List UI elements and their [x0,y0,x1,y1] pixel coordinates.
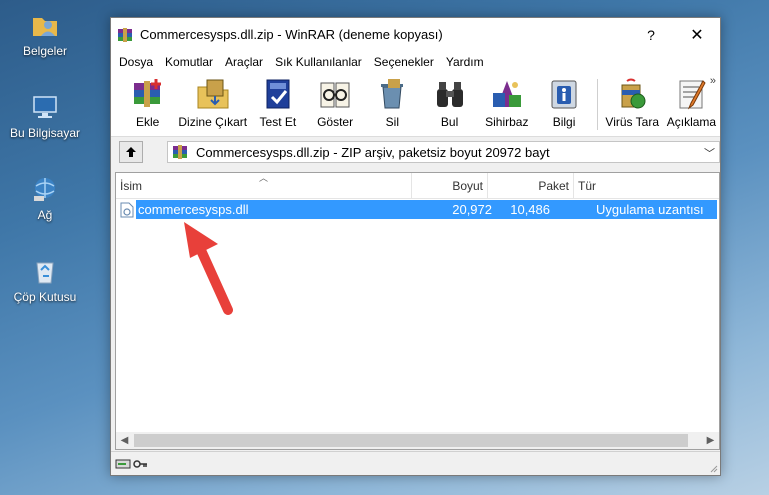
scroll-left-icon[interactable]: ◀ [116,435,133,446]
file-size-cell: 20,972 [452,202,492,217]
find-button[interactable]: Bul [421,73,478,136]
horizontal-scrollbar[interactable]: ◀ ▶ [116,432,719,449]
table-row[interactable]: commercesysps.dll 20,972 10,486 Uygulama… [116,200,719,219]
wizard-button[interactable]: Sihirbaz [478,73,535,136]
scrollbar-thumb[interactable] [134,434,688,447]
toolbar-separator [596,79,598,130]
comment-label: Açıklama [666,115,717,129]
wizard-label: Sihirbaz [485,115,529,129]
menu-file[interactable]: Dosya [113,55,159,69]
file-packed-cell: 10,486 [510,202,550,217]
network-icon [34,178,55,201]
virus-scan-icon [621,78,646,109]
file-name-cell: commercesysps.dll [138,202,249,217]
view-label: Göster [317,115,354,129]
desktop-icon-label: Ağ [37,208,53,222]
desktop-icon-this-pc[interactable]: Bu Bilgisayar [6,92,84,140]
info-button[interactable]: Bilgi [535,73,592,136]
menu-help[interactable]: Yardım [440,55,490,69]
help-button[interactable]: ? [628,18,674,51]
status-bar [111,451,720,475]
delete-label: Sil [385,115,399,129]
wizard-icon [492,81,521,107]
add-label: Ekle [135,115,160,129]
menu-tools[interactable]: Araçlar [219,55,269,69]
find-icon [436,82,463,107]
list-header: ︿ İsim Boyut Paket Tür [116,173,719,199]
recycle-bin-icon [36,262,54,284]
address-combobox[interactable]: Commercesysps.dll.zip - ZIP arşiv, paket… [167,141,720,163]
column-header-size[interactable]: Boyut [412,173,488,199]
scroll-right-icon[interactable]: ▶ [702,435,719,446]
resize-grip-icon[interactable] [708,463,718,473]
column-header-type[interactable]: Tür [574,173,719,199]
menu-bar: Dosya Komutlar Araçlar Sık Kullanılanlar… [111,51,720,73]
info-icon [551,80,577,109]
column-header-packed[interactable]: Paket [488,173,574,199]
virus-scan-label: Virüs Tara [605,115,660,129]
delete-button[interactable]: Sil [364,73,421,136]
up-arrow-icon [126,147,136,157]
annotation-arrow-icon [184,222,233,315]
scrollbar-track[interactable] [133,434,702,447]
toolbar-overflow-button[interactable]: » [710,75,716,87]
sort-ascending-icon: ︿ [259,173,269,183]
title-bar[interactable]: Commercesysps.dll.zip - WinRAR (deneme k… [111,18,720,51]
comment-icon [679,80,707,110]
chevron-down-icon[interactable]: ﹀ [704,145,715,161]
file-type-cell: Uygulama uzantısı [596,202,704,217]
computer-icon [33,96,57,118]
winrar-app-icon [118,27,132,42]
up-one-level-button[interactable] [119,141,143,163]
dll-file-icon [120,202,134,217]
add-button[interactable]: Ekle [119,73,176,136]
desktop-icon-label: Çöp Kutusu [13,290,77,304]
desktop-icon-documents[interactable]: Belgeler [6,10,84,58]
view-icon [320,82,350,108]
test-icon [266,79,290,109]
menu-commands[interactable]: Komutlar [159,55,219,69]
menu-options[interactable]: Seçenekler [368,55,440,69]
address-bar: Commercesysps.dll.zip - ZIP arşiv, paket… [111,137,720,167]
view-button[interactable]: Göster [306,73,363,136]
close-button[interactable]: ✕ [674,18,720,51]
extract-to-label: Dizine Çıkart [178,115,248,129]
desktop-icon-label: Bu Bilgisayar [9,126,81,140]
folder-user-icon [33,18,57,36]
info-label: Bilgi [552,115,576,129]
toolbar: Ekle Dizine Çıkart Test Et Göster Sil Bu… [111,73,720,137]
archive-icon [173,145,187,159]
extract-to-icon [197,79,229,109]
desktop-icon-network[interactable]: Ağ [6,174,84,222]
extract-to-button[interactable]: Dizine Çıkart [176,73,249,136]
find-label: Bul [440,115,459,129]
desktop-icon-label: Belgeler [22,44,68,58]
delete-icon [381,79,404,109]
test-button[interactable]: Test Et [249,73,306,136]
add-archive-icon [133,79,161,107]
virus-scan-button[interactable]: Virüs Tara [602,73,663,136]
drive-key-icon[interactable] [115,457,149,471]
window-title: Commercesysps.dll.zip - WinRAR (deneme k… [140,27,443,42]
test-label: Test Et [259,115,297,129]
menu-favorites[interactable]: Sık Kullanılanlar [269,55,368,69]
address-text: Commercesysps.dll.zip - ZIP arşiv, paket… [196,144,550,160]
desktop-icon-recycle-bin[interactable]: Çöp Kutusu [6,256,84,304]
